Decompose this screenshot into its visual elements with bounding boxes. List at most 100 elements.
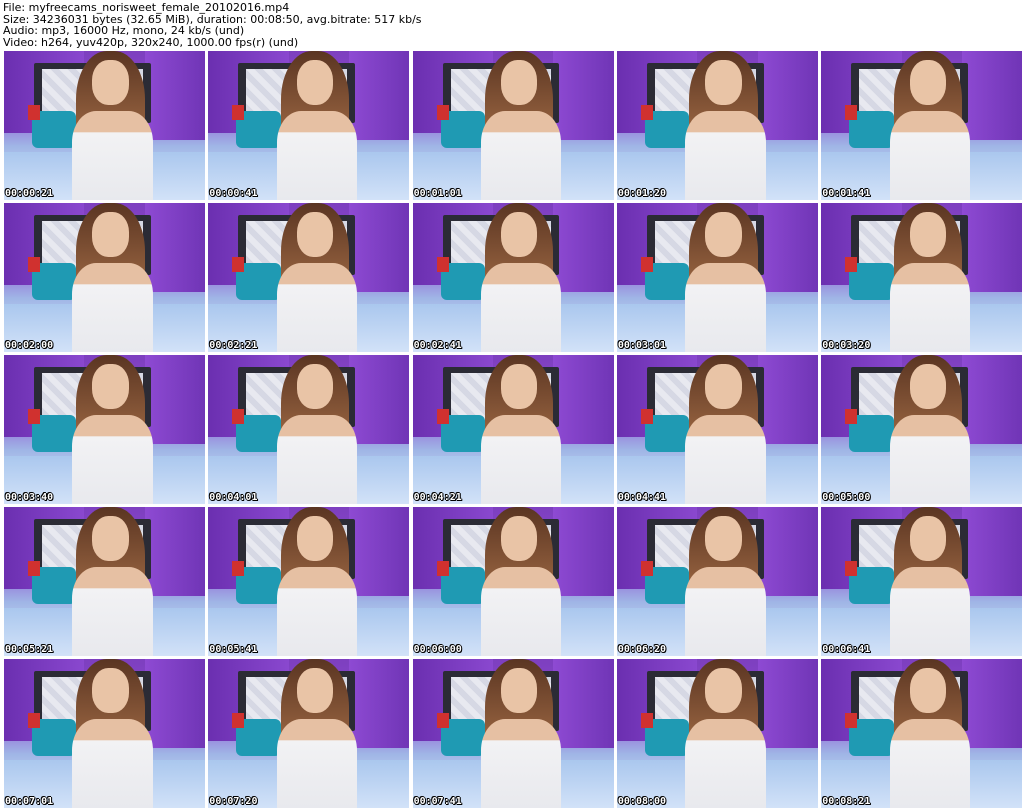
thumbnail-timestamp: 00:02:41 <box>413 340 462 351</box>
person-face <box>92 211 129 257</box>
wall-right <box>961 507 1023 597</box>
thumbnail-timestamp: 00:03:20 <box>822 340 871 351</box>
video-thumbnail: 00:08:00 <box>616 659 818 808</box>
thumbnail-timestamp: 00:02:21 <box>209 340 258 351</box>
thumbnail-timestamp: 00:08:00 <box>617 796 667 807</box>
wall-right <box>553 51 614 141</box>
thumbnail-timestamp: 00:07:20 <box>209 796 258 807</box>
person-face <box>909 211 946 257</box>
thumbnail-timestamp: 00:07:41 <box>413 796 462 807</box>
thumbnail-timestamp: 00:03:01 <box>617 340 667 351</box>
wall-right <box>349 507 410 597</box>
person-body <box>72 110 153 200</box>
thumbnail-timestamp: 00:05:00 <box>822 492 871 503</box>
person-body <box>276 718 358 808</box>
person-face <box>909 59 946 105</box>
person-face <box>501 363 538 409</box>
thumbnail-timestamp: 00:01:41 <box>822 188 871 199</box>
thumbnail-timestamp: 00:08:21 <box>822 796 871 807</box>
person-face <box>705 363 742 409</box>
wall-right <box>144 507 205 597</box>
wall-right <box>349 51 410 141</box>
wall-right <box>757 507 818 597</box>
pillow-accent <box>845 104 858 120</box>
video-thumbnail: 00:06:41 <box>821 507 1023 656</box>
wall-right <box>349 203 410 293</box>
video-thumbnail: 00:01:20 <box>616 51 818 200</box>
video-thumbnail: 00:07:20 <box>208 659 410 808</box>
video-thumbnail: 00:01:41 <box>821 51 1023 200</box>
pillow-accent <box>28 408 41 424</box>
wall-right <box>757 355 818 445</box>
wall-right <box>757 51 818 141</box>
person-face <box>92 515 129 561</box>
video-thumbnail: 00:03:20 <box>821 203 1023 352</box>
person-face <box>92 667 129 713</box>
file-name-line: File: myfreecams_norisweet_female_201020… <box>3 1 290 14</box>
person-body <box>889 718 970 808</box>
video-thumbnail: 00:03:40 <box>4 355 205 504</box>
person-face <box>705 667 742 713</box>
person-face <box>705 59 742 105</box>
pillow-accent <box>641 256 654 272</box>
pillow-accent <box>641 712 654 728</box>
person-body <box>685 718 766 808</box>
video-thumbnail: 00:05:00 <box>821 355 1023 504</box>
person-body <box>685 566 766 656</box>
person-face <box>705 515 742 561</box>
wall-right <box>961 355 1023 445</box>
thumbnail-timestamp: 00:00:41 <box>209 188 258 199</box>
pillow-accent <box>436 712 449 728</box>
person-body <box>276 566 358 656</box>
pillow-accent <box>641 560 654 576</box>
wall-right <box>144 355 205 445</box>
wall-right <box>553 355 614 445</box>
video-thumbnail: 00:05:21 <box>4 507 205 656</box>
person-face <box>705 211 742 257</box>
person-body <box>276 110 358 200</box>
wall-right <box>757 659 818 749</box>
wall-right <box>349 659 410 749</box>
thumbnail-timestamp: 00:06:41 <box>822 644 871 655</box>
video-thumbnail: 00:00:41 <box>208 51 410 200</box>
pillow-accent <box>436 560 449 576</box>
person-face <box>92 59 129 105</box>
person-face <box>296 515 333 561</box>
thumbnail-timestamp: 00:04:41 <box>617 492 667 503</box>
person-face <box>909 515 946 561</box>
pillow-accent <box>641 104 654 120</box>
audio-info-line: Audio: mp3, 16000 Hz, mono, 24 kb/s (und… <box>3 24 245 37</box>
thumbnail-timestamp: 00:00:21 <box>5 188 54 199</box>
video-thumbnail: 00:07:01 <box>4 659 205 808</box>
person-face <box>296 59 333 105</box>
person-body <box>889 566 970 656</box>
pillow-accent <box>232 712 245 728</box>
person-face <box>501 515 538 561</box>
pillow-accent <box>845 712 858 728</box>
person-body <box>889 262 970 352</box>
wall-right <box>757 203 818 293</box>
wall-right <box>553 507 614 597</box>
video-thumbnail: 00:02:21 <box>208 203 410 352</box>
thumbnail-timestamp: 00:03:40 <box>5 492 54 503</box>
thumbnail-timestamp: 00:06:00 <box>413 644 462 655</box>
pillow-accent <box>845 256 858 272</box>
wall-right <box>144 51 205 141</box>
person-body <box>889 110 970 200</box>
wall-right <box>961 659 1023 749</box>
person-body <box>889 414 970 504</box>
video-thumbnail: 00:04:41 <box>616 355 818 504</box>
person-body <box>685 110 766 200</box>
person-body <box>276 262 358 352</box>
person-face <box>501 667 538 713</box>
person-face <box>501 211 538 257</box>
video-thumbnail: 00:03:01 <box>616 203 818 352</box>
video-thumbnail: 00:05:41 <box>208 507 410 656</box>
person-body <box>72 262 153 352</box>
wall-right <box>144 203 205 293</box>
video-thumbnail: 00:01:01 <box>412 51 614 200</box>
pillow-accent <box>845 560 858 576</box>
wall-right <box>553 203 614 293</box>
wall-right <box>553 659 614 749</box>
media-info-header: File: myfreecams_norisweet_female_201020… <box>3 2 1021 48</box>
